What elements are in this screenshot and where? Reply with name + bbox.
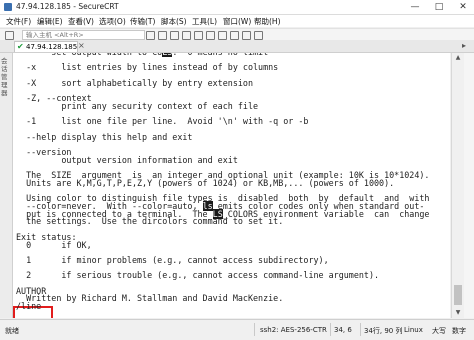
terminal-line: Written by Richard M. Stallman and David…	[16, 293, 284, 304]
copy-icon[interactable]	[170, 31, 179, 40]
menu-window[interactable]: 窗口(W)	[223, 16, 251, 27]
keymap-icon[interactable]	[230, 31, 239, 40]
status-caps: 大写	[432, 327, 446, 335]
terminal-scrollbar[interactable]: ▲ ▼	[451, 53, 464, 318]
connected-check-icon: ✔	[17, 42, 24, 51]
menu-options[interactable]: 选项(O)	[99, 16, 126, 27]
status-bar: 就绪 ssh2: AES-256-CTR 34, 6 34行, 90 列 Lin…	[0, 319, 474, 340]
terminal-line: set output width to COLS. 0 means no lim…	[16, 53, 268, 57]
menu-bar: 文件(F) 编辑(E) 查看(V) 选项(O) 传输(T) 脚本(S) 工具(L…	[0, 15, 474, 27]
print-icon[interactable]	[206, 31, 215, 40]
session-tab-strip: ✔ 47.94.128.185 × ▸	[0, 40, 474, 53]
status-num: 数字	[452, 327, 466, 335]
scroll-up-icon[interactable]: ▲	[452, 53, 464, 63]
terminal-line: --help display this help and exit	[16, 131, 193, 142]
terminal-line: /line	[16, 301, 42, 312]
securecrt-app-icon	[4, 3, 12, 11]
status-protocol: ssh2: AES-256-CTR	[260, 326, 327, 334]
status-ready: 就绪	[5, 327, 19, 335]
terminal-line: Units are K,M,G,T,P,E,Z,Y (powers of 102…	[16, 177, 395, 188]
menu-view[interactable]: 查看(V)	[68, 16, 94, 27]
status-separator	[360, 323, 361, 336]
help-icon[interactable]	[254, 31, 263, 40]
session-manager-label: 会话管理器	[1, 57, 8, 97]
status-os: Linux	[404, 326, 423, 334]
tab-scroll-right-icon[interactable]: ▸	[462, 41, 466, 50]
status-separator	[254, 323, 255, 336]
menu-script[interactable]: 脚本(S)	[161, 16, 187, 27]
terminal-line: 2 if serious trouble (e.g., cannot acces…	[16, 270, 380, 281]
terminal-line: 0 if OK,	[16, 239, 92, 250]
menu-transfer[interactable]: 传输(T)	[130, 16, 155, 27]
menu-tools[interactable]: 工具(L)	[192, 16, 217, 27]
terminal-line: output version information and exit	[16, 154, 238, 165]
paste-icon[interactable]	[182, 31, 191, 40]
close-button[interactable]: ✕	[452, 0, 474, 14]
terminal-line: 1 if minor problems (e.g., cannot access…	[16, 254, 329, 265]
disconnect-icon[interactable]	[158, 31, 167, 40]
window-title: 47.94.128.185 - SecureCRT	[16, 2, 119, 11]
settings-icon[interactable]	[218, 31, 227, 40]
maximize-button[interactable]: □	[428, 0, 450, 14]
minimize-button[interactable]: —	[404, 0, 426, 14]
title-bar: 47.94.128.185 - SecureCRT — □ ✕	[0, 0, 474, 15]
menu-edit[interactable]: 编辑(E)	[37, 16, 63, 27]
terminal-line: -x list entries by lines instead of by c…	[16, 62, 279, 73]
terminal-line: -1 list one file per line. Avoid '\n' wi…	[16, 116, 309, 127]
menu-help[interactable]: 帮助(H)	[254, 16, 281, 27]
scroll-down-icon[interactable]: ▼	[452, 308, 464, 318]
terminal-line: the settings. Use the dircolors command …	[16, 216, 284, 227]
session-tab-label: 47.94.128.185	[26, 43, 78, 51]
search-match-highlight: LS	[162, 53, 173, 57]
session-tab[interactable]: ✔ 47.94.128.185	[14, 41, 78, 52]
connect-icon[interactable]	[5, 31, 14, 40]
terminal-area[interactable]: set output width to COLS. 0 means no lim…	[13, 53, 450, 318]
sftp-icon[interactable]	[242, 31, 251, 40]
scroll-thumb[interactable]	[454, 285, 462, 305]
right-panel-edge	[464, 53, 474, 318]
host-input[interactable]: 输入主机 <Alt+R>	[22, 30, 145, 40]
find-icon[interactable]	[194, 31, 203, 40]
reconnect-icon[interactable]	[146, 31, 155, 40]
tab-close-icon[interactable]: ×	[78, 41, 85, 50]
menu-file[interactable]: 文件(F)	[6, 16, 31, 27]
terminal-line: -X sort alphabetically by entry extensio…	[16, 77, 253, 88]
session-manager-sidebar[interactable]: 会话管理器	[0, 53, 13, 318]
status-dimensions: 34行, 90 列	[364, 327, 403, 335]
status-separator	[330, 323, 331, 336]
terminal-line: print any security context of each file	[16, 100, 259, 111]
status-cursor: 34, 6	[334, 326, 352, 334]
